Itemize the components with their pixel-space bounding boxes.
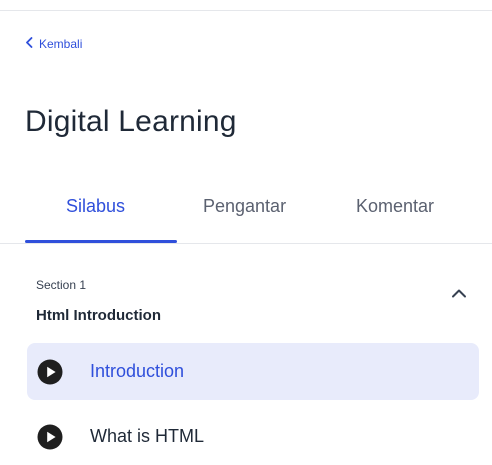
play-circle-icon [37, 424, 63, 450]
chevron-left-icon [25, 37, 34, 51]
tabs-divider [0, 243, 492, 244]
section-title: Html Introduction [36, 307, 161, 324]
tab-pengantar[interactable]: Pengantar [203, 196, 286, 217]
section-number: Section 1 [36, 278, 87, 292]
tab-komentar[interactable]: Komentar [356, 196, 434, 217]
back-link[interactable]: Kembali [25, 37, 82, 51]
top-divider [0, 10, 492, 11]
chevron-up-icon [450, 286, 468, 303]
tab-bar: Silabus Pengantar Komentar [0, 186, 492, 244]
page-title: Digital Learning [25, 105, 237, 138]
lesson-item-what-is-html[interactable]: What is HTML [27, 408, 479, 465]
lesson-label: What is HTML [90, 426, 205, 446]
section-collapse-button[interactable] [450, 286, 470, 302]
tab-silabus[interactable]: Silabus [66, 196, 125, 217]
lesson-label: Introduction [90, 361, 185, 381]
play-circle-icon [37, 359, 63, 385]
lesson-item-introduction[interactable]: Introduction [27, 343, 479, 400]
back-link-label: Kembali [39, 37, 83, 51]
